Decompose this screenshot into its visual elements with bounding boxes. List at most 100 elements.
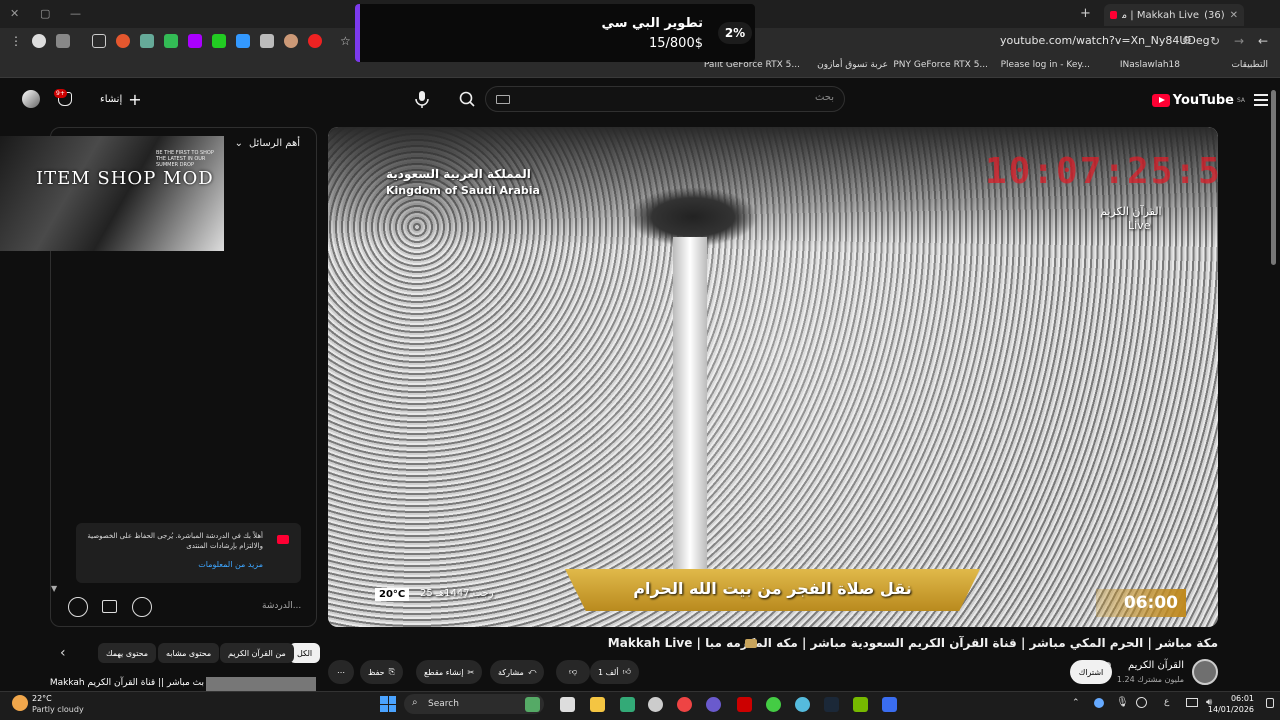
reload-icon[interactable]: ↻ <box>1210 34 1224 48</box>
youtube-logo[interactable]: YouTube SA <box>1151 93 1245 108</box>
subscribe-button[interactable]: اشتراك <box>1070 660 1112 684</box>
search-icon[interactable] <box>458 90 476 108</box>
widget-icon[interactable] <box>525 697 540 712</box>
search-icon: ⌕ <box>412 697 418 708</box>
extension-icon[interactable] <box>308 34 322 48</box>
learn-more-link[interactable]: مزيد من المعلومات <box>198 560 263 569</box>
recommendation-thumbnail[interactable] <box>206 677 316 691</box>
recommendation-title[interactable]: بث مباشر || قناة القرآن الكريم Makkah <box>50 678 204 688</box>
settings-icon[interactable] <box>648 697 663 712</box>
app-icon[interactable] <box>737 697 752 712</box>
close-window-icon[interactable]: ✕ <box>10 7 19 20</box>
tray-app-icon[interactable] <box>1094 698 1104 708</box>
chat-input[interactable]: الدردشة... <box>262 601 301 611</box>
new-tab-icon[interactable]: + <box>1080 6 1091 21</box>
chrome-icon[interactable] <box>677 697 692 712</box>
extension-icon[interactable] <box>116 34 130 48</box>
profile-icon[interactable] <box>32 34 46 48</box>
extension-icon[interactable] <box>56 34 70 48</box>
extension-icon[interactable] <box>164 34 178 48</box>
tray-chevron-icon[interactable]: ⌃ <box>1072 698 1080 708</box>
scroll-down-icon[interactable]: ▼ <box>51 584 59 593</box>
save-button[interactable]: حفظ ⎘ <box>360 660 403 684</box>
like-button[interactable]: 1 ألف 👍︎ <box>590 660 639 684</box>
share-button[interactable]: مشاركة ⤺ <box>490 660 545 684</box>
search-input[interactable]: بحث <box>485 86 845 112</box>
discord-icon[interactable] <box>706 697 721 712</box>
tray-language-icon[interactable]: ع <box>1164 697 1169 707</box>
chrome-profile-icon[interactable] <box>766 697 781 712</box>
chip-for-you[interactable]: محتوى يهمك <box>98 643 157 663</box>
extensions-puzzle-icon[interactable] <box>92 34 106 48</box>
more-actions-button[interactable]: ⋯ <box>328 660 354 684</box>
nvidia-icon[interactable] <box>853 697 868 712</box>
bookmark-item[interactable]: INaslawlah18 <box>1120 60 1180 70</box>
video-title: مكة مباشر | الحرم المكي مباشر | قناة الق… <box>607 636 1218 650</box>
bookmark-item[interactable]: Please log in - Key... <box>1001 60 1090 70</box>
address-bar[interactable]: youtube.com/watch?v=Xn_Ny84UDeg <box>1000 34 1210 47</box>
network-icon[interactable] <box>1186 698 1198 707</box>
tray-app-icon[interactable] <box>1136 697 1147 708</box>
dislike-button[interactable]: 👎︎ <box>556 660 590 684</box>
pillar <box>673 237 707 597</box>
extension-icon[interactable] <box>212 34 226 48</box>
tray-mic-icon[interactable]: 🎙︎ <box>1116 697 1129 708</box>
youtube-notice-icon <box>277 535 289 544</box>
task-view-icon[interactable] <box>560 697 575 712</box>
notification-center-icon[interactable] <box>1266 698 1274 708</box>
extension-icon[interactable] <box>284 34 298 48</box>
bookmark-item[interactable]: PNY GeForce RTX 5... <box>893 60 988 70</box>
chat-mode-label: أهم الرسائل <box>248 138 300 149</box>
weather-icon[interactable] <box>12 695 28 711</box>
chat-mode-dropdown[interactable]: ⌄ أهم الرسائل <box>235 138 300 149</box>
tab-youtube[interactable]: ✕ (36) Makkah Live | مكة مبا... <box>1104 4 1244 26</box>
channel-watermark: القرآن الكريم <box>1100 205 1162 218</box>
keyboard-icon[interactable] <box>496 95 510 104</box>
ksa-arabic-label: المملكة العربية السعودية <box>386 167 531 181</box>
heart-icon[interactable] <box>68 597 88 617</box>
plus-icon: + <box>128 89 142 109</box>
bookmark-item[interactable]: عربة تسوق أمازون <box>817 60 888 70</box>
bookmark-apps[interactable]: التطبيقات <box>1231 60 1268 70</box>
taskbar-time[interactable]: 06:01 <box>1231 694 1254 703</box>
windows-start-icon[interactable] <box>380 696 396 712</box>
channel-name[interactable]: القرآن الكريم <box>1128 660 1184 671</box>
chip-from-channel[interactable]: من القرآن الكريم <box>220 643 294 663</box>
file-explorer-icon[interactable] <box>590 697 605 712</box>
extension-icon[interactable] <box>188 34 202 48</box>
app-icon[interactable] <box>620 697 635 712</box>
app-icon[interactable] <box>795 697 810 712</box>
maximize-window-icon[interactable]: ▢ <box>40 7 50 20</box>
audio-extension-icon[interactable] <box>260 34 274 48</box>
super-chat-icon[interactable] <box>102 600 117 613</box>
region-code: SA <box>1236 97 1245 104</box>
thumbs-up-icon: 👍︎ <box>622 667 631 676</box>
page-scrollbar[interactable] <box>1271 90 1276 265</box>
guide-menu-icon[interactable] <box>1254 94 1268 106</box>
chevron-left-icon[interactable]: ‹ <box>60 645 66 661</box>
menu-dots-icon[interactable]: ⋮ <box>10 34 24 48</box>
channel-avatar[interactable] <box>1192 659 1218 685</box>
create-button[interactable]: إنشاء + <box>92 86 150 112</box>
extension-icon[interactable] <box>140 34 154 48</box>
avatar[interactable] <box>22 90 40 108</box>
tab-close-icon[interactable]: ✕ <box>1230 10 1238 21</box>
steam-icon[interactable] <box>824 697 839 712</box>
bookmark-star-icon[interactable]: ☆ <box>340 34 354 48</box>
item-shop-promo[interactable]: ITEM SHOP MOD BE THE FIRST TO SHOP THE L… <box>0 136 224 251</box>
video-player[interactable]: المملكة العربية السعودية Kingdom of Saud… <box>328 127 1218 627</box>
toast-amount: 15/800$ <box>648 36 703 51</box>
clip-button[interactable]: إنشاء مقطع ✂ <box>416 660 483 684</box>
back-icon[interactable]: ← <box>1258 34 1272 48</box>
forward-icon[interactable]: → <box>1234 34 1248 48</box>
site-settings-icon[interactable]: ⚙ <box>1182 34 1196 48</box>
microphone-icon[interactable] <box>412 88 432 110</box>
minimize-window-icon[interactable]: — <box>70 7 81 20</box>
taskbar-date[interactable]: 14/01/2026 <box>1208 705 1254 714</box>
promo-subtitle: BE THE FIRST TO SHOP THE LATEST IN OUR S… <box>156 150 214 168</box>
chip-related[interactable]: محتوى مشابه <box>158 643 220 663</box>
extension-icon[interactable] <box>236 34 250 48</box>
app-icon[interactable] <box>882 697 897 712</box>
taskbar-search[interactable]: ⌕ Search <box>404 694 544 714</box>
emoji-icon[interactable] <box>132 597 152 617</box>
